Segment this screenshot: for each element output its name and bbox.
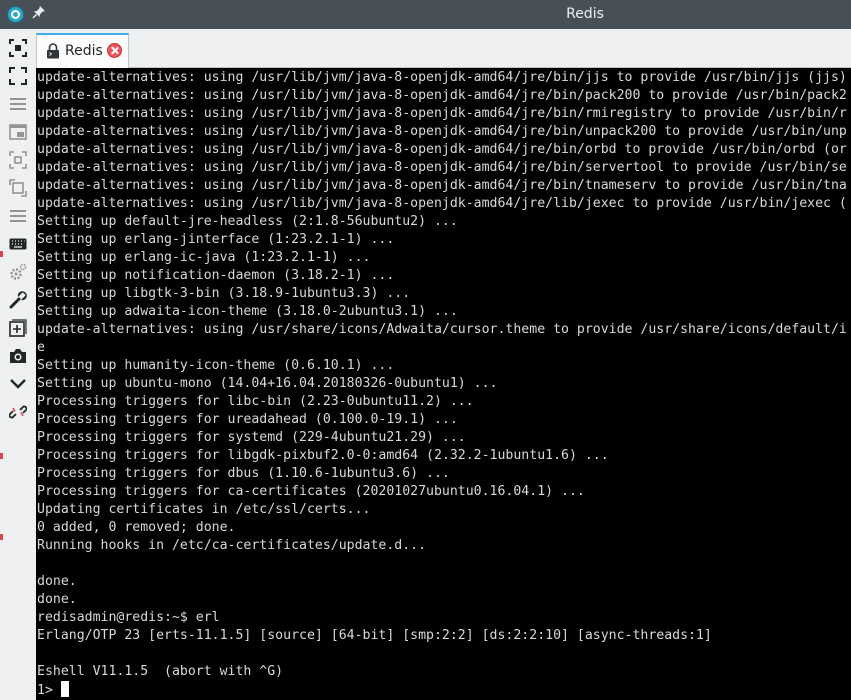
fullscreen-icon[interactable] bbox=[8, 66, 28, 86]
terminal-line: update-alternatives: using /usr/lib/jvm/… bbox=[37, 160, 847, 175]
tab-label: Redis bbox=[65, 43, 103, 59]
terminal-line: update-alternatives: using /usr/lib/jvm/… bbox=[37, 106, 847, 121]
erlang-shell-prompt: 1> bbox=[37, 683, 61, 698]
terminal-line: Setting up erlang-jinterface (1:23.2.1-1… bbox=[37, 232, 395, 247]
terminal-line: e bbox=[37, 340, 45, 355]
terminal-line: Running hooks in /etc/ca-certificates/up… bbox=[37, 538, 427, 553]
terminal-line: update-alternatives: using /usr/lib/jvm/… bbox=[37, 178, 847, 193]
terminal-line: done. bbox=[37, 574, 77, 589]
terminal-line: update-alternatives: using /usr/lib/jvm/… bbox=[37, 196, 847, 211]
left-toolbar bbox=[0, 29, 36, 700]
terminal-line: done. bbox=[37, 592, 77, 607]
terminal-line: update-alternatives: using /usr/lib/jvm/… bbox=[37, 88, 847, 103]
terminal-lock-icon bbox=[46, 43, 60, 59]
terminal-line: Processing triggers for ureadahead (0.10… bbox=[37, 412, 458, 427]
camera-icon[interactable] bbox=[8, 346, 28, 366]
terminal-prompt-line[interactable]: 1> bbox=[37, 681, 847, 699]
keyboard-icon[interactable] bbox=[8, 234, 28, 254]
toolbar-edge-marker bbox=[0, 534, 3, 540]
toolbar-edge-marker bbox=[0, 453, 3, 459]
terminal-line: Setting up humanity-icon-theme (0.6.10.1… bbox=[37, 358, 395, 373]
chevron-down-icon[interactable] bbox=[8, 374, 28, 394]
terminal-line: Processing triggers for libc-bin (2.23-0… bbox=[37, 394, 474, 409]
terminal-line: 0 added, 0 removed; done. bbox=[37, 520, 236, 535]
fit-screen-icon[interactable] bbox=[8, 150, 28, 170]
terminal-line: Setting up erlang-ic-java (1:23.2.1-1) .… bbox=[37, 250, 371, 265]
window-title: Redis bbox=[566, 6, 604, 22]
terminal-line: Eshell V11.1.5 (abort with ^G) bbox=[37, 664, 284, 679]
window-icon[interactable] bbox=[8, 122, 28, 142]
terminal-lines: update-alternatives: using /usr/lib/jvm/… bbox=[37, 69, 847, 699]
close-icon[interactable] bbox=[107, 43, 122, 58]
terminal-line: update-alternatives: using /usr/lib/jvm/… bbox=[37, 142, 847, 157]
terminal-line: Processing triggers for ca-certificates … bbox=[37, 484, 585, 499]
terminal-line: update-alternatives: using /usr/lib/jvm/… bbox=[37, 70, 847, 85]
app-icon[interactable] bbox=[7, 6, 24, 23]
terminal-line: Setting up notification-daemon (3.18.2-1… bbox=[37, 268, 395, 283]
terminal-line: Setting up libgtk-3-bin (3.18.9-1ubuntu3… bbox=[37, 286, 411, 301]
pin-icon[interactable] bbox=[32, 5, 46, 23]
screenshot-select-icon[interactable] bbox=[8, 38, 28, 58]
app-window: Redis Redis update-alternatives: using /… bbox=[0, 0, 851, 700]
text-cursor bbox=[60, 681, 69, 697]
toolbar-edge-marker bbox=[0, 251, 3, 257]
tab-bar: Redis bbox=[36, 29, 851, 68]
terminal-line: redisadmin@redis:~$ erl bbox=[37, 610, 220, 625]
terminal-output[interactable]: update-alternatives: using /usr/lib/jvm/… bbox=[36, 68, 851, 700]
settings-icon[interactable] bbox=[8, 262, 28, 282]
terminal-line: Setting up adwaita-icon-theme (3.18.0-2u… bbox=[37, 304, 458, 319]
terminal-line: Processing triggers for dbus (1.10.6-1ub… bbox=[37, 466, 450, 481]
terminal-line: Setting up default-jre-headless (2:1.8-5… bbox=[37, 214, 458, 229]
menu-lines-icon[interactable] bbox=[8, 94, 28, 114]
new-window-icon[interactable] bbox=[8, 318, 28, 338]
terminal-line: Processing triggers for systemd (229-4ub… bbox=[37, 430, 466, 445]
title-bar[interactable]: Redis bbox=[0, 0, 851, 29]
terminal-line: update-alternatives: using /usr/lib/jvm/… bbox=[37, 124, 847, 139]
disconnect-icon[interactable] bbox=[8, 402, 28, 422]
terminal-line: update-alternatives: using /usr/share/ic… bbox=[37, 322, 847, 337]
terminal-line: Erlang/OTP 23 [erts-11.1.5] [source] [64… bbox=[37, 628, 712, 643]
terminal-line: Setting up ubuntu-mono (14.04+16.04.2018… bbox=[37, 376, 498, 391]
resize-icon[interactable] bbox=[8, 178, 28, 198]
terminal-line: Updating certificates in /etc/ssl/certs.… bbox=[37, 502, 371, 517]
tab-redis[interactable]: Redis bbox=[36, 33, 129, 68]
list-icon[interactable] bbox=[8, 206, 28, 226]
terminal-line: Processing triggers for libgdk-pixbuf2.0… bbox=[37, 448, 609, 463]
wrench-icon[interactable] bbox=[8, 290, 28, 310]
